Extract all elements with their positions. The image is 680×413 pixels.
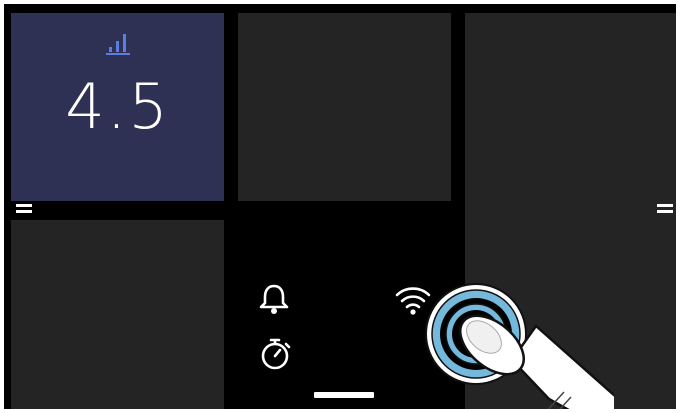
home-indicator[interactable] <box>314 392 374 398</box>
empty-widget-tile[interactable] <box>238 13 451 201</box>
watch-screen: 4.5 <box>4 4 676 409</box>
bar-chart-icon <box>106 34 130 55</box>
drag-handle-icon[interactable] <box>16 203 32 215</box>
timer-icon[interactable] <box>257 336 293 372</box>
drag-handle-icon[interactable] <box>657 203 673 215</box>
stat-widget-tile[interactable]: 4.5 <box>11 13 224 201</box>
stat-value: 4.5 <box>65 70 170 143</box>
empty-widget-tile[interactable] <box>11 220 224 409</box>
bell-icon[interactable] <box>256 280 292 316</box>
tap-gesture-icon <box>425 283 614 409</box>
